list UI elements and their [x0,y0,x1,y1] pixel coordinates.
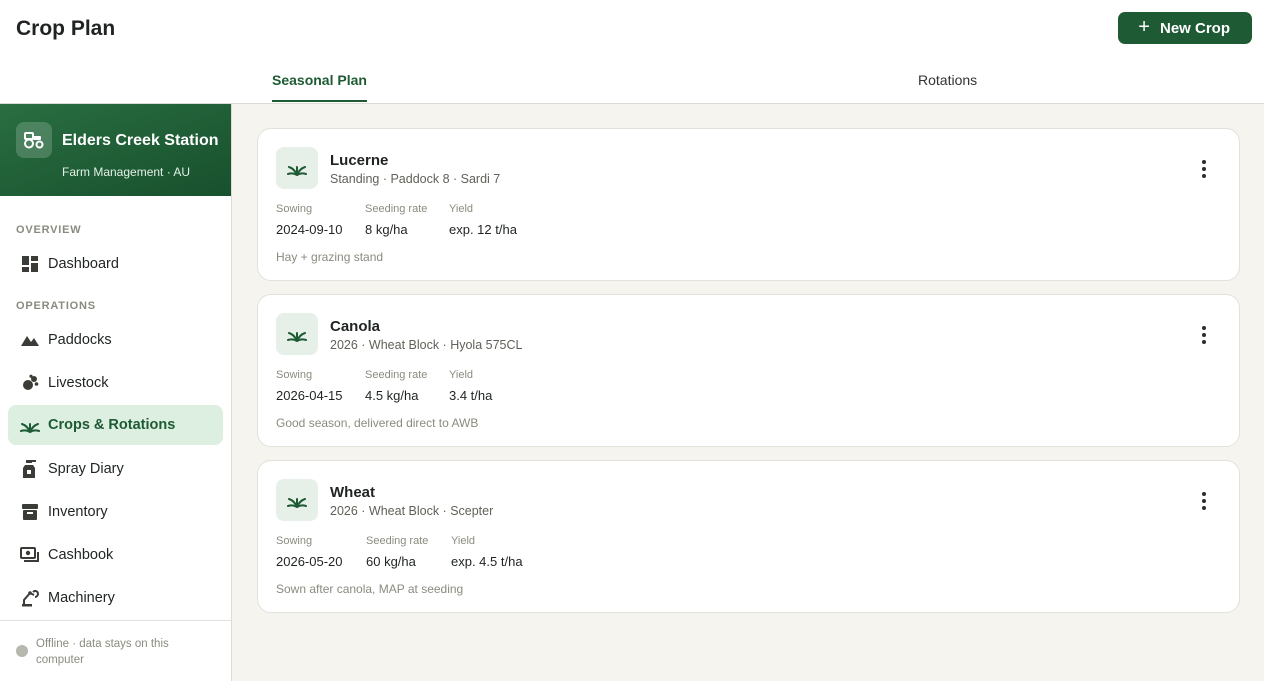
stat-sowing: Sowing 2026-04-15 [276,369,343,403]
section-operations: OPERATIONS [16,300,96,312]
more-options-icon[interactable] [1195,157,1213,181]
livestock-icon [20,373,40,393]
sidebar-item-label: Crops & Rotations [48,417,176,433]
spray-bottle-icon [20,459,40,479]
crop-meta: Standing · Paddock 8 · Sardi 7 [330,172,501,186]
stat-sowing: Sowing 2024-09-10 [276,203,343,237]
stat-yield: Yield 3.4 t/ha [449,369,493,403]
section-overview: OVERVIEW [16,224,82,236]
crop-name: Canola [330,318,381,335]
mountain-icon [20,330,40,350]
sidebar-item-label: Livestock [48,375,109,391]
tab-rotations[interactable]: Rotations [918,72,977,100]
offline-status-text: Offline · data stays on this computer [36,638,169,666]
dashboard-icon [20,254,40,274]
sidebar-item-label: Cashbook [48,547,114,563]
crop-note: Sown after canola, MAP at seeding [276,582,464,596]
stat-yield: Yield exp. 12 t/ha [449,203,517,237]
farm-subtitle: Farm Management · AU [62,165,191,179]
sidebar-item-label: Dashboard [48,256,119,272]
more-options-icon[interactable] [1195,489,1213,513]
machinery-icon [20,588,40,608]
offline-status: Offline · data stays on this computer [0,620,231,681]
sidebar-item-crops-rotations[interactable]: Crops & Rotations [8,405,223,445]
stat-seeding-rate: Seeding rate 60 kg/ha [366,535,429,569]
sidebar-item-label: Paddocks [48,332,112,348]
offline-status-icon [16,645,28,657]
stat-sowing: Sowing 2026-05-20 [276,535,343,569]
sidebar-item-paddocks[interactable]: Paddocks [8,320,223,360]
sidebar-item-label: Machinery [48,590,115,606]
crop-note: Good season, delivered direct to AWB [276,416,479,430]
farm-name: Elders Creek Station [62,132,219,149]
tractor-icon [16,122,52,158]
stat-yield: Yield exp. 4.5 t/ha [451,535,523,569]
crop-note: Hay + grazing stand [276,250,384,264]
more-options-icon[interactable] [1195,323,1213,347]
sidebar: Elders Creek Station Farm Management · A… [0,104,232,681]
top-bar: Crop Plan + New Crop [0,0,1264,60]
sidebar-item-dashboard[interactable]: Dashboard [8,244,223,284]
farm-switcher[interactable]: Elders Creek Station Farm Management · A… [0,104,231,196]
crop-name: Wheat [330,484,375,501]
sprout-icon [20,415,40,435]
stat-seeding-rate: Seeding rate 8 kg/ha [365,203,428,237]
crop-list: Lucerne Standing · Paddock 8 · Sardi 7 S… [232,104,1264,681]
stat-seeding-rate: Seeding rate 4.5 kg/ha [365,369,428,403]
crop-meta: 2026 · Wheat Block · Hyola 575CL [330,338,523,352]
plus-icon: + [1138,16,1150,38]
crop-card[interactable]: Wheat 2026 · Wheat Block · Scepter Sowin… [257,460,1240,613]
archive-box-icon [20,502,40,522]
page-title: Crop Plan [16,17,116,40]
tab-seasonal-plan[interactable]: Seasonal Plan [272,72,367,102]
crop-name: Lucerne [330,152,389,169]
sprout-icon [276,479,318,521]
sprout-icon [276,313,318,355]
sidebar-item-inventory[interactable]: Inventory [8,492,223,532]
sidebar-item-machinery[interactable]: Machinery [8,578,223,618]
sprout-icon [276,147,318,189]
crop-card[interactable]: Lucerne Standing · Paddock 8 · Sardi 7 S… [257,128,1240,281]
sidebar-item-spray-diary[interactable]: Spray Diary [8,449,223,489]
sidebar-item-label: Spray Diary [48,461,124,477]
crop-meta: 2026 · Wheat Block · Scepter [330,504,494,518]
cash-icon [20,545,40,565]
sidebar-item-cashbook[interactable]: Cashbook [8,535,223,575]
sidebar-item-label: Inventory [48,504,108,520]
tab-bar: Seasonal Plan Rotations [0,60,1264,104]
new-crop-button[interactable]: + New Crop [1118,12,1252,44]
new-crop-label: New Crop [1159,19,1230,37]
sidebar-item-livestock[interactable]: Livestock [8,363,223,403]
crop-card[interactable]: Canola 2026 · Wheat Block · Hyola 575CL … [257,294,1240,447]
